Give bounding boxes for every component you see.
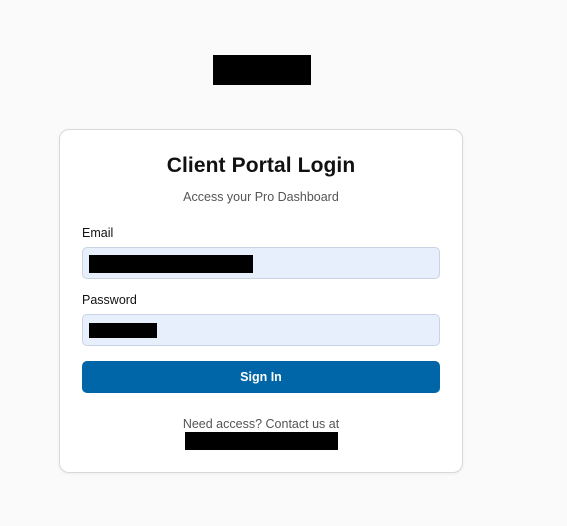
email-field[interactable] <box>82 247 440 279</box>
email-label: Email <box>82 226 114 240</box>
page-subtitle: Access your Pro Dashboard <box>183 190 339 204</box>
redacted-password-value <box>89 323 157 338</box>
login-page: Client Portal Login Access your Pro Dash… <box>0 0 567 526</box>
contact-text: Need access? Contact us at <box>182 417 340 431</box>
login-card: Client Portal Login Access your Pro Dash… <box>59 129 463 473</box>
password-label: Password <box>82 293 137 307</box>
redacted-contact-link[interactable] <box>185 432 338 450</box>
page-title: Client Portal Login <box>166 154 356 177</box>
sign-in-button[interactable]: Sign In <box>82 361 440 393</box>
redacted-email-value <box>89 255 253 273</box>
redacted-logo <box>213 55 311 85</box>
password-field[interactable] <box>82 314 440 346</box>
